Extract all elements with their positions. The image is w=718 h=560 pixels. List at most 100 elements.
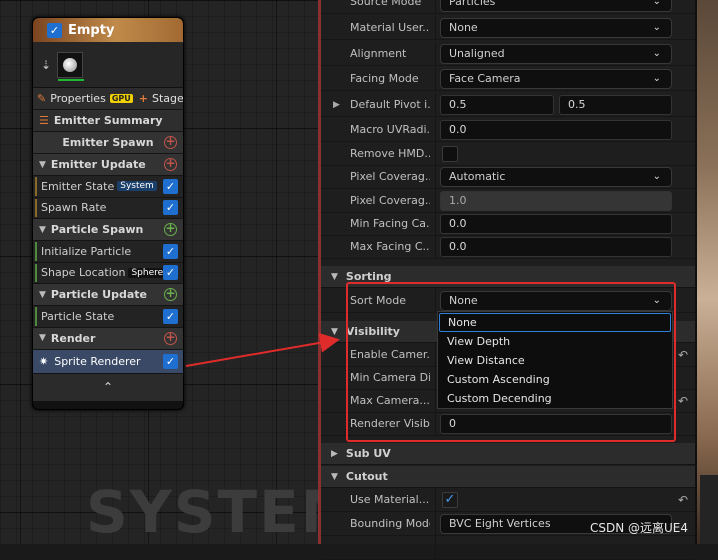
- prop-label: Renderer Visib...: [350, 417, 430, 430]
- category-sorting[interactable]: ▼ Sorting: [321, 266, 695, 288]
- sort-option-none[interactable]: None: [439, 313, 671, 332]
- emitter-pin-icon[interactable]: ⇣: [41, 58, 51, 72]
- remove-hmd-checkbox[interactable]: [442, 145, 458, 162]
- expand-triangle-icon[interactable]: ▶: [333, 100, 340, 110]
- prop-label: Use Material...: [350, 493, 430, 506]
- chevron-down-icon: ⌄: [652, 73, 661, 84]
- sort-option-custom-ascending[interactable]: Custom Ascending: [439, 370, 671, 389]
- background-photo-lower: [700, 475, 718, 544]
- module-sprite-renderer[interactable]: ✷ Sprite Renderer ✓: [33, 348, 183, 373]
- module-enabled-checkbox[interactable]: ✓: [163, 353, 178, 369]
- collapse-triangle-icon[interactable]: ▼: [39, 290, 46, 300]
- pixel-coverage-blend-field[interactable]: 1.0: [440, 190, 672, 211]
- properties-row[interactable]: ✎ Properties GPU + Stage: [33, 87, 183, 109]
- emitter-summary-section[interactable]: ☰ Emitter Summary: [33, 109, 183, 131]
- module-enabled-checkbox[interactable]: ✓: [163, 308, 178, 324]
- module-enabled-checkbox[interactable]: ✓: [163, 200, 178, 216]
- module-enabled-checkbox[interactable]: ✓: [163, 178, 178, 194]
- sort-mode-menu[interactable]: None View Depth View Distance Custom Asc…: [437, 311, 673, 409]
- emitter-node[interactable]: ✓ Empty ⇣ ✎ Properties GPU + Stage ☰ Emi…: [32, 17, 184, 410]
- dropdown-value: None: [449, 294, 478, 307]
- row-material-user: Material User... None ⌄: [321, 16, 695, 40]
- module-label: Shape Location: [41, 266, 126, 280]
- category-cutout[interactable]: ▼ Cutout: [321, 466, 695, 488]
- chevron-down-icon: ⌄: [652, 48, 661, 59]
- prop-label: Alignment: [350, 47, 407, 60]
- collapse-node-button[interactable]: ⌃: [33, 372, 183, 401]
- prop-label: Sort Mode: [350, 294, 407, 307]
- facing-mode-dropdown[interactable]: Face Camera ⌄: [440, 68, 672, 89]
- add-module-icon[interactable]: +: [164, 157, 177, 171]
- row-pixel-coverage-blend: Pixel Coverag... 1.0: [321, 189, 695, 213]
- row-remove-hmd: Remove HMD...: [321, 142, 695, 166]
- prop-label: Pixel Coverag...: [350, 194, 430, 207]
- module-label: Spawn Rate: [41, 201, 107, 215]
- sort-option-view-distance[interactable]: View Distance: [439, 351, 671, 370]
- macro-uv-field[interactable]: 0.0: [440, 119, 672, 140]
- category-label: Sub UV: [345, 447, 391, 460]
- chevron-down-icon: ⌄: [652, 171, 661, 182]
- pixel-coverage-dropdown[interactable]: Automatic ⌄: [440, 166, 672, 187]
- module-label: Particle State: [41, 309, 115, 323]
- module-color-bar: [35, 307, 37, 326]
- emitter-spawn-section[interactable]: Emitter Spawn +: [33, 131, 183, 153]
- emitter-update-section[interactable]: ▼ Emitter Update +: [33, 153, 183, 175]
- emitter-enabled-checkbox[interactable]: ✓: [47, 22, 62, 38]
- render-section[interactable]: ▼ Render +: [33, 326, 183, 349]
- particle-spawn-section[interactable]: ▼ Particle Spawn +: [33, 218, 183, 240]
- collapse-triangle-icon[interactable]: ▼: [39, 160, 46, 170]
- pivot-y-field[interactable]: 0.5: [559, 94, 672, 115]
- chevron-down-icon: ⌄: [652, 22, 661, 33]
- module-emitter-state[interactable]: Emitter State System ✓: [33, 175, 183, 197]
- add-module-icon[interactable]: +: [164, 287, 177, 301]
- renderer-visibility-field[interactable]: 0: [440, 413, 672, 434]
- add-module-icon[interactable]: +: [164, 135, 177, 149]
- sort-option-custom-decending[interactable]: Custom Decending: [439, 389, 671, 408]
- alignment-dropdown[interactable]: Unaligned ⌄: [440, 43, 672, 64]
- min-facing-field[interactable]: 0.0: [440, 213, 672, 234]
- prop-label: Pixel Coverag...: [350, 170, 430, 183]
- collapse-triangle-icon[interactable]: ▼: [39, 225, 46, 235]
- add-stage-icon[interactable]: +: [139, 92, 148, 105]
- prop-label: Bounding Mode: [350, 517, 430, 530]
- reset-arrow-icon[interactable]: ↶: [678, 348, 688, 362]
- category-sub-uv[interactable]: ▶ Sub UV: [321, 443, 695, 465]
- module-spawn-rate[interactable]: Spawn Rate ✓: [33, 196, 183, 218]
- module-tag: System: [117, 181, 157, 192]
- prop-label: Facing Mode: [350, 72, 419, 85]
- prop-label: Macro UVRadi...: [350, 123, 430, 136]
- module-enabled-checkbox[interactable]: ✓: [163, 243, 178, 259]
- material-user-dropdown[interactable]: None ⌄: [440, 17, 672, 38]
- add-module-icon[interactable]: +: [164, 222, 177, 236]
- max-facing-field[interactable]: 0.0: [440, 236, 672, 257]
- row-min-facing: Min Facing Ca... 0.0: [321, 212, 695, 236]
- collapse-triangle-icon[interactable]: ▼: [39, 333, 46, 343]
- sort-mode-dropdown[interactable]: None ⌄: [440, 290, 672, 311]
- emitter-thumbnail-row: ⇣: [33, 42, 183, 87]
- reset-arrow-icon[interactable]: ↶: [678, 394, 688, 408]
- emitter-thumbnail[interactable]: [57, 51, 85, 81]
- emitter-node-header[interactable]: ✓ Empty: [33, 18, 183, 42]
- row-default-pivot: ▶ Default Pivot i... 0.5 0.5: [321, 93, 695, 117]
- source-mode-dropdown[interactable]: Particles ⌄: [440, 0, 672, 12]
- row-facing-mode: Facing Mode Face Camera ⌄: [321, 67, 695, 91]
- module-initialize-particle[interactable]: Initialize Particle ✓: [33, 240, 183, 262]
- gpu-badge: GPU: [109, 94, 133, 103]
- module-particle-state[interactable]: Particle State ✓: [33, 305, 183, 327]
- emitter-summary-label: Emitter Summary: [53, 114, 163, 127]
- prop-label: Enable Camer...: [350, 348, 430, 361]
- module-tag: Sphere: [128, 267, 167, 278]
- pivot-x-field[interactable]: 0.5: [440, 94, 554, 115]
- background-photo: [695, 0, 718, 544]
- add-renderer-icon[interactable]: +: [164, 331, 177, 345]
- module-shape-location[interactable]: Shape Location Sphere ✓: [33, 261, 183, 283]
- sort-option-view-depth[interactable]: View Depth: [439, 332, 671, 351]
- expand-triangle-icon: ▶: [331, 448, 338, 459]
- use-material-checkbox[interactable]: ✓: [442, 491, 458, 508]
- details-panel: Source Mode Particles ⌄ Material User... …: [318, 0, 695, 560]
- dropdown-value: BVC Eight Vertices: [449, 517, 551, 530]
- reset-arrow-icon[interactable]: ↶: [678, 493, 688, 507]
- stage-button[interactable]: Stage: [152, 92, 183, 105]
- particle-update-section[interactable]: ▼ Particle Update +: [33, 283, 183, 305]
- module-enabled-checkbox[interactable]: ✓: [163, 265, 178, 281]
